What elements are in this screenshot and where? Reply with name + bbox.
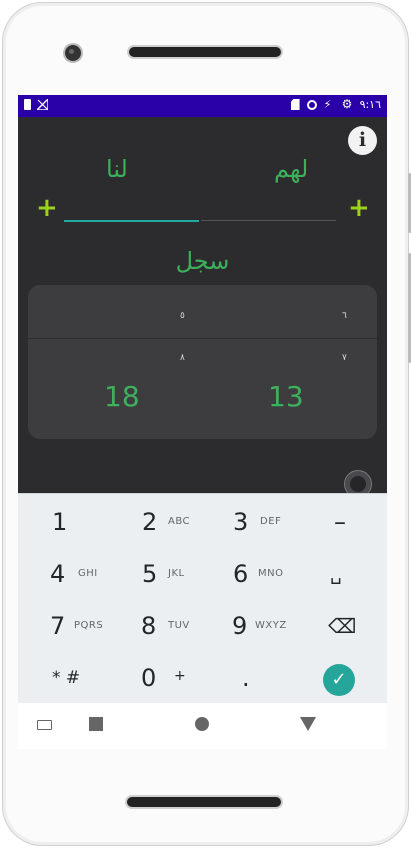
- key-9[interactable]: 9 WXYZ: [202, 598, 294, 650]
- key-minus-label: –: [334, 508, 346, 536]
- key-2-letters: ABC: [168, 516, 191, 527]
- score-input-us[interactable]: [64, 220, 199, 222]
- history-them-0: ٦: [342, 311, 347, 321]
- gear-icon: ⚙: [341, 97, 353, 111]
- key-2[interactable]: 2 ABC: [110, 494, 202, 546]
- key-dot[interactable]: .: [202, 650, 294, 702]
- key-7-letters: PQRS: [74, 620, 104, 631]
- key-2-label: 2: [142, 508, 158, 536]
- total-us: 18: [104, 380, 140, 413]
- add-them-button[interactable]: +: [348, 195, 370, 221]
- sd-card-icon: [290, 99, 300, 110]
- keyboard-switch-icon[interactable]: [37, 720, 52, 730]
- key-8[interactable]: 8 TUV: [110, 598, 202, 650]
- key-3-label: 3: [233, 508, 249, 536]
- no-sim-icon: [35, 97, 49, 111]
- key-6-label: 6: [233, 560, 249, 588]
- info-button[interactable]: i: [348, 126, 377, 155]
- earpiece-speaker: [129, 47, 281, 57]
- recents-icon[interactable]: [300, 717, 316, 731]
- key-symbols-label: * #: [52, 668, 81, 688]
- history-us-0: ٥: [180, 311, 185, 321]
- sync-icon: [306, 99, 317, 110]
- key-3-letters: DEF: [260, 516, 282, 527]
- back-icon[interactable]: [89, 717, 103, 731]
- key-4[interactable]: 4 GHI: [18, 546, 110, 598]
- key-7-label: 7: [50, 612, 66, 640]
- key-minus[interactable]: –: [294, 494, 386, 546]
- signal-icon: ⚡: [323, 97, 332, 111]
- backspace-icon: ⌫: [328, 614, 357, 638]
- key-symbols[interactable]: * #: [18, 650, 110, 702]
- navigation-bar: [18, 703, 387, 749]
- key-0-label: 0: [141, 664, 157, 692]
- score-card: ٥ ٦ ٨ ٧ 18 13: [28, 285, 377, 439]
- add-us-button[interactable]: +: [36, 195, 58, 221]
- key-5-letters: JKL: [168, 568, 185, 579]
- key-8-letters: TUV: [168, 620, 190, 631]
- key-0-plus: +: [174, 668, 187, 684]
- device-screen: ⚡ ⚙ ٩:١٦ i لنا لهم + + سجل ٥ ٦ ٨ ٧ 18 13…: [18, 95, 387, 749]
- key-7[interactable]: 7 PQRS: [18, 598, 110, 650]
- key-8-label: 8: [141, 612, 157, 640]
- key-0[interactable]: 0 +: [110, 650, 202, 702]
- front-camera: [65, 45, 81, 61]
- confirm-button[interactable]: ✓: [323, 664, 355, 696]
- team-us-label: لنا: [106, 155, 128, 183]
- key-4-letters: GHI: [78, 568, 98, 579]
- score-app: i لنا لهم + + سجل ٥ ٦ ٨ ٧ 18 13: [18, 117, 387, 498]
- key-1[interactable]: 1: [18, 494, 110, 546]
- key-3[interactable]: 3 DEF: [202, 494, 294, 546]
- key-space[interactable]: ␣: [294, 546, 386, 598]
- bottom-speaker: [127, 797, 281, 807]
- record-button[interactable]: سجل: [18, 247, 387, 275]
- team-them-label: لهم: [274, 155, 309, 183]
- key-dot-label: .: [242, 664, 250, 692]
- key-4-label: 4: [50, 560, 66, 588]
- score-input-them[interactable]: [201, 220, 336, 221]
- key-5[interactable]: 5 JKL: [110, 546, 202, 598]
- status-time: ٩:١٦: [359, 98, 381, 111]
- numeric-keyboard: 1 2 ABC 3 DEF – 4 GHI 5 JKL 6 MNO ␣ 7 PQRS 8 TU…: [18, 493, 387, 704]
- key-5-label: 5: [142, 560, 158, 588]
- total-them: 13: [268, 380, 304, 413]
- battery-icon: [24, 99, 31, 110]
- key-9-label: 9: [232, 612, 248, 640]
- key-1-label: 1: [52, 508, 68, 536]
- space-icon: ␣: [330, 564, 342, 585]
- status-bar: ⚡ ⚙ ٩:١٦: [18, 95, 387, 117]
- key-backspace[interactable]: ⌫: [294, 598, 386, 650]
- home-icon[interactable]: [195, 717, 209, 731]
- history-them-1: ٧: [342, 353, 347, 363]
- history-us-1: ٨: [180, 353, 185, 363]
- key-9-letters: WXYZ: [255, 620, 287, 631]
- card-divider: [28, 338, 377, 339]
- key-6[interactable]: 6 MNO: [202, 546, 294, 598]
- key-6-letters: MNO: [258, 568, 284, 579]
